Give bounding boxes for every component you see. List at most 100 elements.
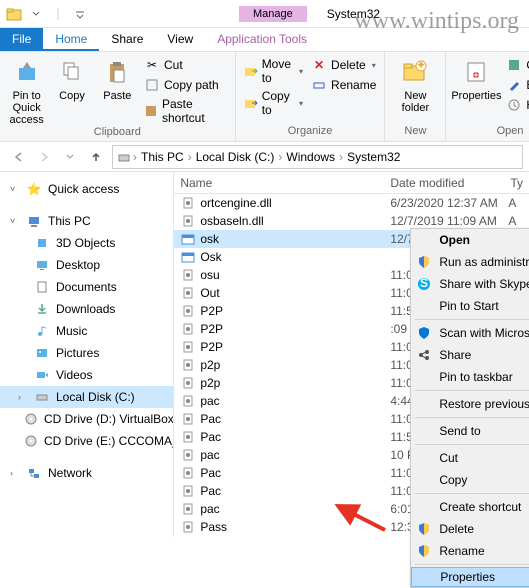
svg-text:S: S [420,277,428,290]
open-label: Open [452,125,529,137]
tab-file[interactable]: File [0,28,43,51]
cm-restore[interactable]: Restore previous versions [411,393,529,415]
tab-share[interactable]: Share [99,28,155,51]
col-name[interactable]: Name [174,176,384,190]
ribbon-tabs: File Home Share View Application Tools [0,28,529,52]
history-button[interactable]: History [504,96,529,114]
copyto-icon [244,95,258,111]
network-icon [26,465,42,481]
qat-overflow-icon[interactable] [70,4,90,24]
cm-share[interactable]: Share [411,344,529,366]
crumb[interactable]: Local Disk (C:) [194,150,277,164]
open-button[interactable]: Open▾ [504,56,529,74]
new-folder-button[interactable]: ✦ New folder [391,56,439,114]
file-icon [180,393,196,409]
cut-button[interactable]: ✂Cut [142,56,229,74]
up-button[interactable] [84,145,108,169]
nav-item[interactable]: Documents [0,276,173,298]
nav-network[interactable]: ›Network [0,462,173,484]
clipboard-label: Clipboard [6,126,229,138]
cm-open[interactable]: Open [411,229,529,251]
copy-to-button[interactable]: Copy to▾ [242,88,305,118]
cm-properties[interactable]: Properties [411,567,529,587]
copy-button[interactable]: Copy [51,56,92,102]
star-icon: ⭐ [26,181,42,197]
cm-copy[interactable]: Copy [411,469,529,491]
col-type[interactable]: Ty [504,176,529,190]
move-to-button[interactable]: Move to▾ [242,56,305,86]
nav-item[interactable]: Music [0,320,173,342]
cm-send-to[interactable]: Send to▶ [411,420,529,442]
tab-application-tools[interactable]: Application Tools [205,28,319,51]
cm-cut[interactable]: Cut [411,447,529,469]
new-label: New [391,125,439,137]
crumb[interactable]: Windows [284,150,337,164]
quick-access-toolbar [0,4,90,24]
svg-text:✦: ✦ [416,58,426,72]
context-menu: Open Run as administrator SShare with Sk… [410,228,529,588]
properties-button[interactable]: Properties [452,56,500,102]
manage-tab[interactable]: Manage [239,6,307,22]
breadcrumb-bar[interactable]: › This PC› Local Disk (C:)› Windows› Sys… [112,145,523,169]
delete-button[interactable]: ✕Delete▾ [309,56,378,74]
crumb[interactable]: System32 [345,150,402,164]
file-row[interactable]: ortcengine.dll6/23/2020 12:37 AMA [174,194,529,212]
nav-item[interactable]: ›Local Disk (C:) [0,386,173,408]
tab-home[interactable]: Home [43,28,99,51]
file-icon [180,501,196,517]
file-icon [180,429,196,445]
nav-item[interactable]: CD Drive (D:) VirtualBox Guest A [0,408,173,430]
file-icon [180,465,196,481]
col-date[interactable]: Date modified [384,176,504,190]
tab-view[interactable]: View [155,28,205,51]
back-button[interactable] [6,145,30,169]
nav-quick-access[interactable]: ˅⭐Quick access [0,178,173,200]
nav-item-icon [34,345,50,361]
nav-item[interactable]: Downloads [0,298,173,320]
crumb[interactable]: This PC [139,150,186,164]
defender-icon [415,324,433,342]
paste-shortcut-button[interactable]: Paste shortcut [142,96,229,126]
nav-item[interactable]: CD Drive (E:) CCCOMA_X64FRE_ [0,430,173,452]
cm-run-admin[interactable]: Run as administrator [411,251,529,273]
nav-item[interactable]: Videos [0,364,173,386]
file-icon [180,213,196,229]
nav-item-icon [24,411,38,427]
nav-item[interactable]: Desktop [0,254,173,276]
cm-create-shortcut[interactable]: Create shortcut [411,496,529,518]
column-headers[interactable]: Name Date modified Ty [174,172,529,194]
nav-item[interactable]: 3D Objects [0,232,173,254]
file-icon [180,267,196,283]
nav-item-icon [34,389,50,405]
file-icon [180,303,196,319]
ribbon-new-group: ✦ New folder New [385,52,446,141]
file-icon [180,411,196,427]
rename-button[interactable]: Rename [309,76,378,94]
cm-pin-taskbar[interactable]: Pin to taskbar [411,366,529,388]
cm-rename[interactable]: Rename [411,540,529,562]
recent-dropdown[interactable] [58,145,82,169]
open-icon [506,57,522,73]
delete-icon: ✕ [311,57,327,73]
cm-skype[interactable]: SShare with Skype [411,273,529,295]
forward-button[interactable] [32,145,56,169]
copypath-icon [144,77,160,93]
drive-icon [117,150,131,164]
qat-separator [48,4,68,24]
nav-item-icon [34,367,50,383]
pin-quick-access-button[interactable]: Pin to Quick access [6,56,47,126]
nav-this-pc[interactable]: ˅This PC [0,210,173,232]
pin-icon [11,56,43,88]
organize-label: Organize [242,125,379,137]
copy-path-button[interactable]: Copy path [142,76,229,94]
file-icon [180,249,196,265]
pc-icon [26,213,42,229]
file-icon [180,195,196,211]
paste-button[interactable]: Paste [97,56,138,102]
edit-button[interactable]: Edit [504,76,529,94]
cm-defender[interactable]: Scan with Microsoft Defender... [411,322,529,344]
cm-pin-start[interactable]: Pin to Start [411,295,529,317]
file-icon [180,447,196,463]
nav-item[interactable]: Pictures [0,342,173,364]
qat-dropdown-icon[interactable] [26,4,46,24]
